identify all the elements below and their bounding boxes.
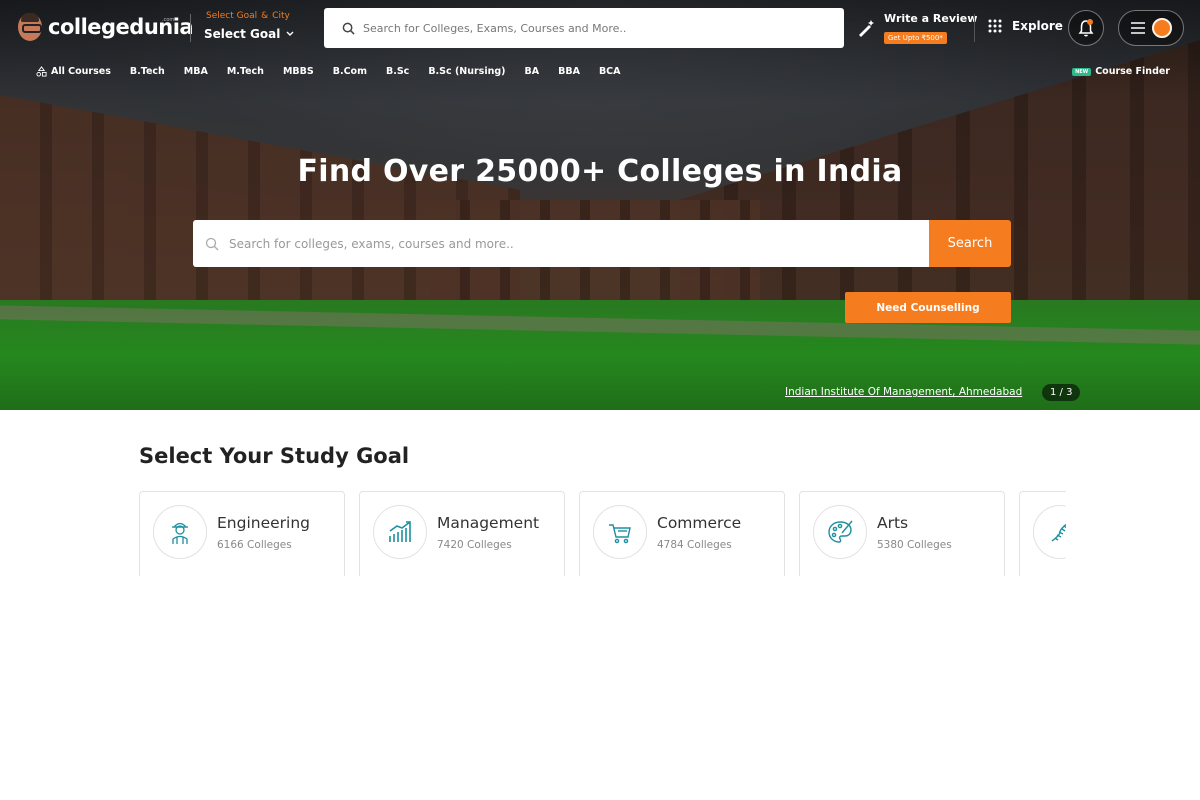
hero-search-input[interactable] (229, 236, 869, 251)
hero-banner (0, 0, 1200, 410)
goal-count: 4784 Colleges (657, 539, 732, 551)
notification-dot (1087, 19, 1093, 25)
pen-icon (859, 20, 874, 37)
need-counselling-button[interactable]: Need Counselling (845, 292, 1011, 323)
goal-card-engineering[interactable]: Engineering 6166 Colleges (139, 491, 345, 576)
course-link-mbbs[interactable]: MBBS (283, 66, 314, 77)
goal-name: Arts (877, 514, 909, 532)
hero-overlay (0, 0, 1200, 410)
brand-suffix: .com (162, 17, 175, 23)
review-title: Write a Review (884, 12, 978, 25)
course-link-bsc[interactable]: B.Sc (386, 66, 409, 77)
divider (974, 14, 975, 42)
shapes-icon (36, 66, 47, 77)
select-goal-label: Select Goal (204, 27, 281, 41)
review-text-block: Write a Review Get Upto ₹500* (884, 12, 977, 44)
goal-card-management[interactable]: Management 7420 Colleges (359, 491, 565, 576)
dna-icon (1033, 505, 1066, 559)
goal-card-commerce[interactable]: Commerce 4784 Colleges (579, 491, 785, 576)
avatar (1151, 18, 1172, 38)
study-goal-carousel: Engineering 6166 Colleges Management 742… (139, 491, 1066, 576)
goal-hint-text: Select Goal (206, 11, 258, 21)
review-reward-badge: Get Upto ₹500* (884, 32, 947, 44)
city-hint-text: City (272, 11, 290, 21)
hero-search-button[interactable]: Search (929, 220, 1011, 267)
course-link-mtech[interactable]: M.Tech (227, 66, 264, 77)
explore-label: Explore (1012, 19, 1063, 33)
goal-name: Management (437, 514, 540, 532)
course-link-bba[interactable]: BBA (558, 66, 580, 77)
search-icon (205, 237, 219, 250)
goal-city-hint: Select Goal & City (206, 11, 290, 21)
write-review-button[interactable]: Write a Review Get Upto ₹500* (856, 12, 977, 44)
mascot-icon (18, 13, 42, 41)
palette-icon (813, 505, 867, 559)
course-link-bca[interactable]: BCA (599, 66, 621, 77)
engineer-icon (153, 505, 207, 559)
study-goal-title: Select Your Study Goal (139, 444, 410, 468)
goal-name: Engineering (217, 514, 310, 532)
grid-icon (988, 19, 1002, 33)
explore-button[interactable]: Explore (988, 19, 1063, 33)
cart-icon (593, 505, 647, 559)
select-goal-dropdown[interactable]: Select Goal (204, 27, 294, 41)
goal-hint-sep: & (261, 11, 269, 21)
course-nav: All Courses B.Tech MBA M.Tech MBBS B.Com… (36, 66, 640, 77)
hero-search-bar: Search (193, 220, 1011, 267)
course-link-btech[interactable]: B.Tech (130, 66, 165, 77)
new-badge: NEW (1072, 67, 1092, 76)
top-navbar: collegedunia .com Select Goal & City Sel… (0, 0, 1200, 58)
hero-search-field[interactable] (193, 220, 929, 267)
hero-title: Find Over 25000+ Colleges in India (297, 154, 903, 189)
hero-image-caption[interactable]: Indian Institute Of Management, Ahmedaba… (785, 386, 1022, 398)
course-link-label: All Courses (51, 66, 111, 77)
search-icon (342, 22, 355, 35)
course-link-mba[interactable]: MBA (184, 66, 208, 77)
goal-count: 6166 Colleges (217, 539, 292, 551)
goal-card-arts[interactable]: Arts 5380 Colleges (799, 491, 1005, 576)
goal-name: Commerce (657, 514, 742, 532)
course-link-all-courses[interactable]: All Courses (36, 66, 111, 77)
divider (190, 14, 191, 42)
course-link-bcom[interactable]: B.Com (333, 66, 367, 77)
course-link-bsc-nursing[interactable]: B.Sc (Nursing) (428, 66, 505, 77)
header-search-bar[interactable] (324, 8, 844, 48)
profile-menu-button[interactable] (1118, 10, 1184, 46)
goal-count: 5380 Colleges (877, 539, 952, 551)
course-finder-link[interactable]: NEW Course Finder (1072, 66, 1170, 77)
hamburger-icon (1130, 22, 1145, 34)
goal-count: 7420 Colleges (437, 539, 512, 551)
header-search-input[interactable] (363, 21, 823, 35)
goal-card-science[interactable] (1019, 491, 1066, 576)
chevron-down-icon (286, 31, 294, 36)
carousel-pager: 1 / 3 (1042, 384, 1081, 401)
course-link-ba[interactable]: BA (525, 66, 540, 77)
course-finder-label: Course Finder (1095, 66, 1170, 77)
notifications-button[interactable] (1068, 10, 1104, 46)
chart-icon (373, 505, 427, 559)
